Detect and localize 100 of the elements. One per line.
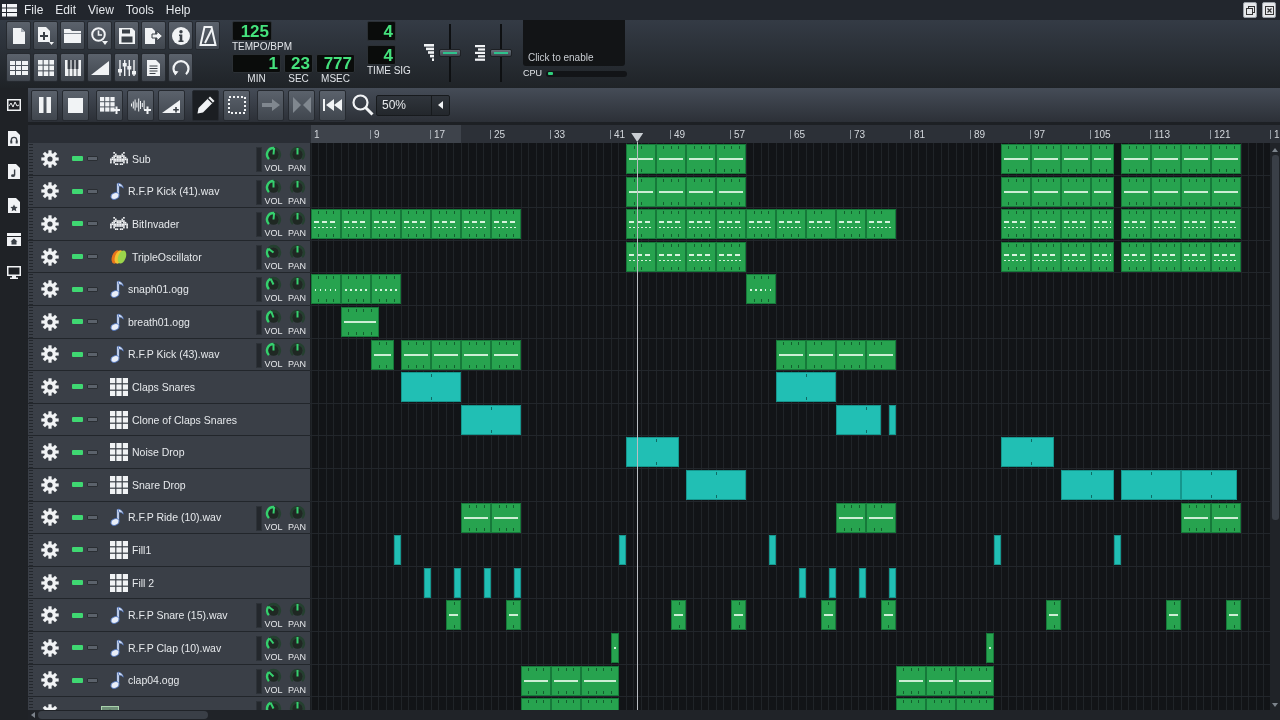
pattern-clip[interactable]: [371, 274, 401, 305]
mute-button[interactable]: [72, 482, 83, 488]
pattern-clip[interactable]: [716, 144, 746, 174]
beat-clip[interactable]: [836, 404, 881, 435]
monitor-icon[interactable]: [7, 266, 21, 280]
gear-icon[interactable]: [41, 443, 59, 462]
pattern-clip[interactable]: [371, 209, 401, 240]
beat-clip[interactable]: [888, 404, 896, 435]
export-button[interactable]: [141, 21, 166, 50]
pattern-clip[interactable]: [956, 665, 994, 696]
track-name[interactable]: R.F.P Clap (10).wav: [128, 641, 222, 654]
menu-item[interactable]: View: [88, 3, 114, 17]
pattern-clip[interactable]: [1091, 209, 1114, 240]
pattern-clip[interactable]: [341, 306, 379, 337]
volume-knob[interactable]: [265, 146, 282, 163]
pattern-clip[interactable]: [341, 209, 371, 240]
playhead[interactable]: [631, 133, 644, 710]
list-icon[interactable]: [2, 3, 17, 17]
mute-button[interactable]: [72, 156, 83, 162]
pattern-clip[interactable]: [926, 665, 956, 696]
pattern-clip[interactable]: [491, 502, 521, 533]
drag-handle[interactable]: [29, 208, 33, 240]
mute-button[interactable]: [72, 286, 83, 292]
pattern-clip[interactable]: [1061, 176, 1091, 207]
time-display[interactable]: 23: [284, 54, 313, 73]
gear-icon[interactable]: [41, 280, 59, 299]
song-editor-button[interactable]: [6, 53, 31, 82]
volume-knob[interactable]: [265, 341, 282, 359]
drag-handle[interactable]: [29, 175, 33, 208]
drag-handle[interactable]: [29, 599, 33, 631]
pattern-clip[interactable]: [686, 241, 716, 272]
pattern-clip[interactable]: [896, 665, 926, 696]
mute-button[interactable]: [72, 319, 83, 325]
pan-knob[interactable]: [288, 634, 306, 652]
slider-thumb[interactable]: [489, 49, 512, 57]
pan-knob[interactable]: [288, 504, 306, 522]
drag-handle[interactable]: [29, 305, 33, 338]
gear-icon[interactable]: [41, 671, 59, 690]
rewind-button[interactable]: [319, 89, 346, 121]
gear-icon[interactable]: [41, 182, 59, 201]
pattern-clip[interactable]: [1211, 502, 1241, 533]
pattern-clip[interactable]: [1151, 176, 1181, 207]
track-name[interactable]: Sub: [132, 152, 151, 165]
drag-handle[interactable]: [29, 436, 33, 468]
gear-icon[interactable]: [41, 606, 59, 625]
pattern-clip[interactable]: [1181, 176, 1211, 207]
mute-button[interactable]: [72, 384, 83, 390]
track-name[interactable]: snaph01.ogg: [128, 283, 189, 296]
controller-rack-button[interactable]: [168, 53, 193, 82]
pattern-clip[interactable]: [836, 502, 866, 533]
mixer-button[interactable]: [114, 53, 139, 82]
track-name[interactable]: Fill1: [132, 543, 152, 556]
mute-button[interactable]: [72, 221, 83, 227]
pattern-clip[interactable]: [866, 502, 896, 533]
drag-handle[interactable]: [29, 403, 33, 436]
headphones-file-icon[interactable]: [8, 130, 20, 146]
pattern-clip[interactable]: [1001, 241, 1031, 272]
pattern-clip[interactable]: [716, 241, 746, 272]
pattern-clip[interactable]: [716, 209, 746, 240]
gear-icon[interactable]: [41, 149, 59, 168]
gear-icon[interactable]: [41, 410, 59, 429]
mute-button[interactable]: [72, 188, 83, 194]
mute-button[interactable]: [72, 677, 83, 683]
beat-clip[interactable]: [776, 372, 836, 403]
drag-handle[interactable]: [29, 468, 33, 501]
drag-handle[interactable]: [29, 534, 33, 566]
beat-clip[interactable]: [483, 567, 491, 598]
volume-knob[interactable]: [265, 634, 282, 652]
beat-clip[interactable]: [453, 567, 461, 598]
pattern-clip[interactable]: [806, 339, 836, 370]
beat-clip[interactable]: [461, 404, 521, 435]
pattern-clip[interactable]: [1226, 600, 1241, 631]
beat-clip[interactable]: [1001, 437, 1054, 468]
pattern-clip[interactable]: [626, 209, 656, 240]
mute-button[interactable]: [72, 547, 83, 553]
gear-icon[interactable]: [41, 508, 59, 527]
pattern-clip[interactable]: [611, 632, 619, 663]
pattern-clip[interactable]: [656, 144, 686, 174]
pattern-clip[interactable]: [1211, 176, 1241, 207]
pattern-clip[interactable]: [1001, 176, 1031, 207]
pattern-clip[interactable]: [671, 600, 686, 631]
pattern-clip[interactable]: [656, 209, 686, 240]
zoom-dropdown[interactable]: 50%: [376, 94, 450, 116]
select-mode-button[interactable]: [223, 89, 250, 121]
drag-handle[interactable]: [29, 338, 33, 371]
add-sample-track-button[interactable]: [127, 89, 154, 121]
pattern-clip[interactable]: [746, 209, 776, 240]
beat-clip[interactable]: [1061, 469, 1114, 500]
gear-icon[interactable]: [41, 247, 59, 266]
pattern-clip[interactable]: [1121, 241, 1151, 272]
beat-clip[interactable]: [993, 535, 1001, 566]
gear-icon[interactable]: [41, 573, 59, 592]
volume-knob[interactable]: [265, 308, 282, 326]
stop-button[interactable]: [62, 89, 89, 121]
time-signature-display[interactable]: 4: [367, 21, 396, 41]
pan-knob[interactable]: [288, 243, 306, 261]
close-button[interactable]: [1262, 2, 1276, 18]
pattern-clip[interactable]: [836, 339, 866, 370]
volume-knob[interactable]: [265, 243, 282, 261]
drag-handle[interactable]: [29, 501, 33, 534]
